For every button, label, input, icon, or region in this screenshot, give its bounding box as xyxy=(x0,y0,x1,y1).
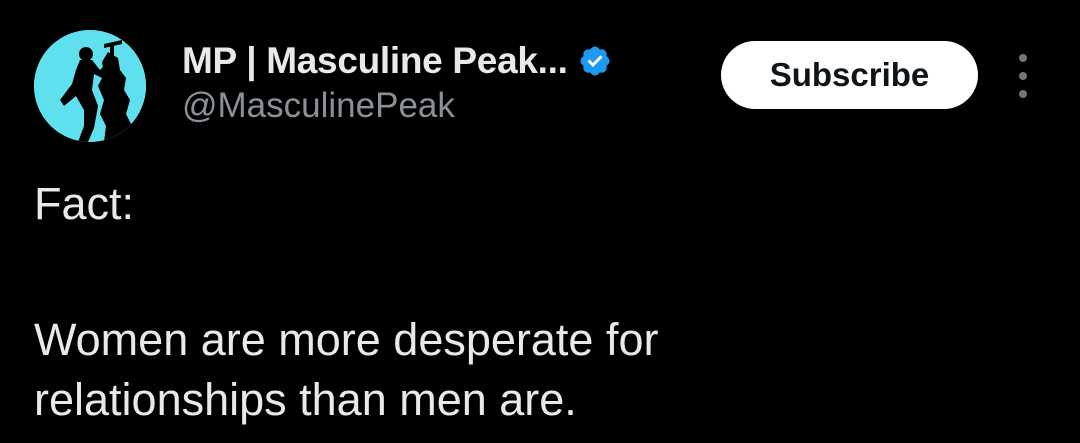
subscribe-button[interactable]: Subscribe xyxy=(721,41,978,109)
author-handle[interactable]: @MasculinePeak xyxy=(182,86,455,126)
author-name-row: MP | Masculine Peak... xyxy=(182,38,612,84)
verified-badge-icon[interactable] xyxy=(578,44,612,78)
mountain-climber-silhouette-icon xyxy=(34,30,146,142)
post-body: Fact: Women are more desperate for relat… xyxy=(34,174,1044,430)
post-text-line: Women are more desperate for xyxy=(34,314,659,365)
avatar[interactable] xyxy=(34,30,146,142)
post-text-line: relationships than men are. xyxy=(34,374,577,425)
post-container: MP | Masculine Peak... @MasculinePeak Su… xyxy=(0,0,1080,443)
more-vertical-icon xyxy=(1019,54,1027,62)
post-text-line: Fact: xyxy=(34,178,135,229)
more-options-button[interactable] xyxy=(1006,54,1040,98)
author-display-name[interactable]: MP | Masculine Peak... xyxy=(182,40,568,82)
